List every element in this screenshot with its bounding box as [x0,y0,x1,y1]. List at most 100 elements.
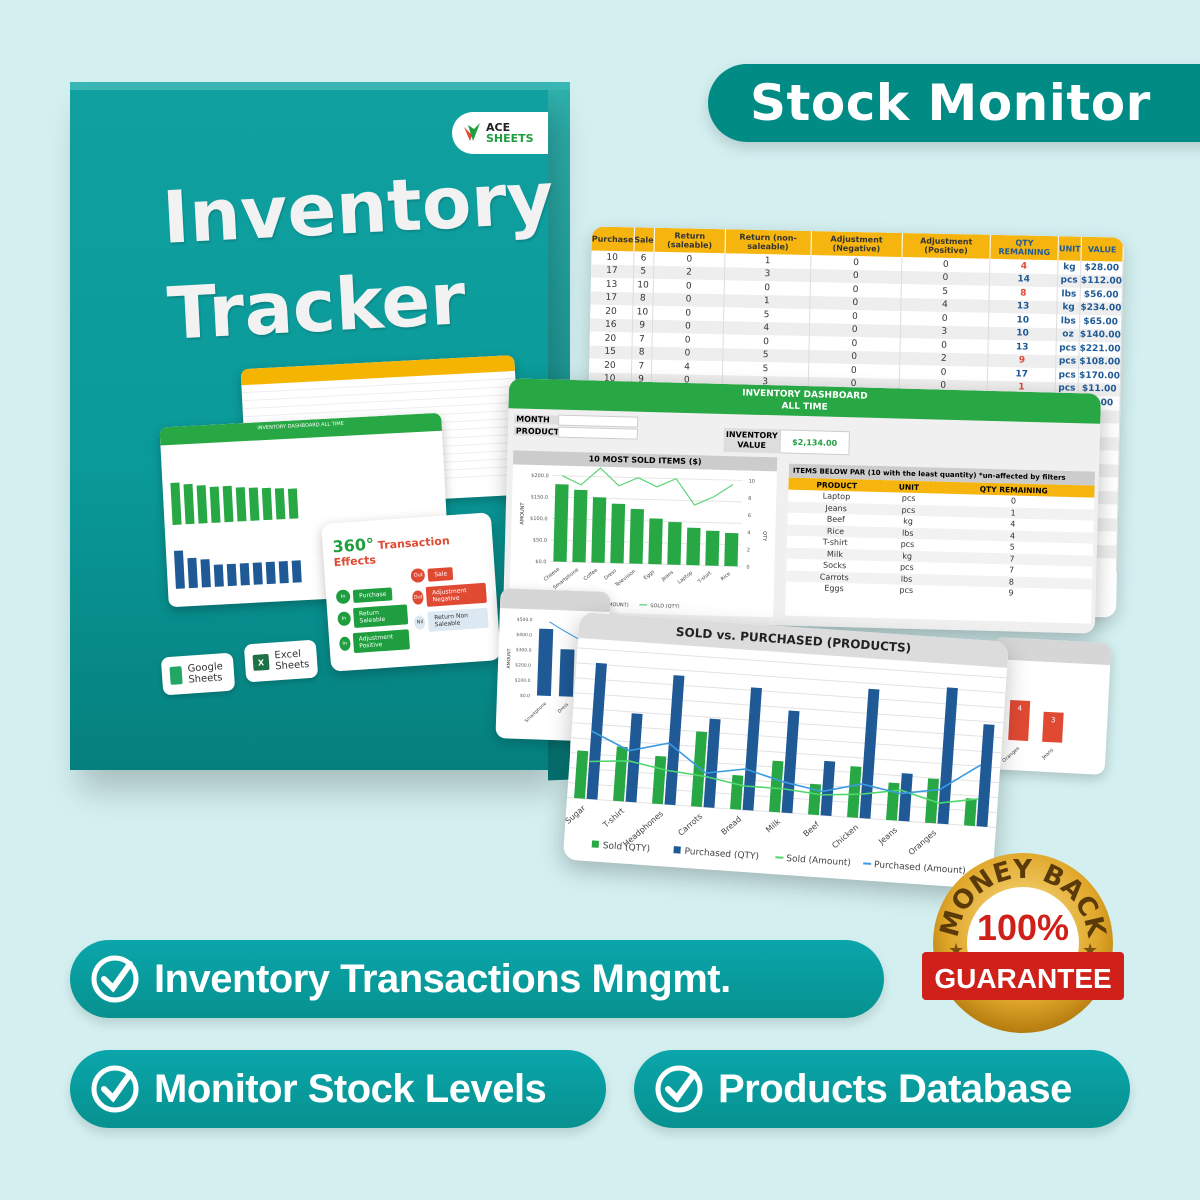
below-par-table: PRODUCT UNIT QTY REMAINING Laptop pcs 0 Jeans… [786,477,1095,601]
bar-sold-amount [686,527,701,566]
table-cell: 9 [987,353,1057,369]
excel-icon: X [252,653,270,671]
x-tick-label: Jeans [1040,747,1055,761]
bar-sold-amount [705,530,720,566]
y-tick-label: $0.0 [520,693,530,699]
filter-month-label: MONTH [514,413,559,425]
logo-text-sheets: SHEETS [486,132,534,145]
inventory-value-box: INVENTORY VALUE $2,134.00 [723,427,850,456]
y-tick-label: $500.0 [517,617,533,624]
y-tick-label: $400.0 [516,632,532,639]
table-cell: 5 [632,264,654,279]
y-tick-label: $200.0 [515,662,531,669]
legend-swatch [775,856,784,859]
data-label: 3 [1051,716,1056,724]
check-circle-icon [655,1065,703,1113]
bar-sold-amount [629,508,645,564]
legend-sold-qty: SOLD (QTY) [650,603,679,610]
money-back-guarantee-badge: MONEY BACK ★ ★ 100% GUARANTEE [922,853,1124,1033]
y-axis-label: AMOUNT [519,502,526,525]
y2-tick-label: 2 [747,547,750,553]
table-cell: 6 [633,251,654,266]
inventory-value-label: INVENTORY VALUE [723,427,780,454]
bar-purchased-qty [781,710,800,814]
column-header: Sale [633,227,655,252]
table-cell: 20 [589,331,632,346]
y-tick-label: $100.0 [515,677,531,684]
y2-tick-label: 6 [748,513,751,519]
table-cell: lbs [1057,287,1081,302]
excel-sheets-chip: X Excel Sheets [243,639,319,683]
filter-product-dropdown[interactable] [557,426,638,440]
bar-sold-qty [847,766,862,818]
google-sheets-chip: Google Sheets [160,652,236,696]
table-cell: 16 [589,317,633,333]
product-title-line1: Inventory [160,155,556,260]
legend-label: Sold (Amount) [786,854,851,868]
table-cell: pcs [1055,354,1079,369]
x-tick-label: Oranges [1001,745,1021,764]
filter-month-dropdown[interactable] [558,414,639,428]
feature-monitor-stock: Monitor Stock Levels [70,1050,606,1128]
feature-products-database: Products Database [634,1050,1130,1128]
legend-swatch [673,846,681,854]
table-cell: 14 [989,272,1058,288]
x-tick-label: Jeans [876,825,899,847]
check-circle-icon [91,955,139,1003]
table-cell: 7 [631,359,652,374]
effect-out-adjustment-negative: Out Adjustment Negative [412,582,487,608]
table-cell: 17 [590,263,634,279]
google-sheets-icon [169,666,183,685]
bar-sold-amount [724,532,739,567]
feature-label: Monitor Stock Levels [154,1066,547,1111]
legend-swatch [863,862,872,865]
column-header: Return (saleable) [653,227,726,254]
table-cell: $112.00 [1080,274,1123,289]
x-tick-label: T-shirt [601,806,626,830]
x-tick-label: Beef [802,820,822,839]
column-header: Adjustment (Negative) [810,231,903,257]
table-cell: $140.00 [1079,328,1122,343]
bar-purchased-qty [742,687,762,811]
column-header: UNIT [1058,236,1082,261]
filter-product-label: PRODUCT [513,425,560,437]
x-tick-label: Coffee [583,568,599,583]
bar-purchased-qty [898,773,913,822]
below-par-panel: ITEMS BELOW PAR (10 with the least quant… [785,463,1095,624]
x-tick-label: T-shirt [696,571,713,586]
bar-purchased-qty [976,724,995,827]
bar-sold-amount [553,484,569,562]
table-cell: 10 [591,250,634,265]
table-cell: 4 [989,258,1059,274]
effect-out-sale: Out Sale [410,564,485,583]
table-cell: $221.00 [1078,341,1122,357]
bar-sold-qty [769,760,784,813]
table-cell: $170.00 [1078,368,1121,384]
y-tick-label: $0.0 [535,559,546,565]
x-tick-label: Dress [557,701,571,714]
column-header: Adjustment (Positive) [901,232,991,259]
bar-sold-amount [610,503,626,564]
table-cell: 8 [631,345,652,360]
y2-tick-label: 0 [746,565,749,571]
table-cell: 8 [989,285,1058,301]
bar-sold-qty [886,782,900,821]
gridline [575,677,1005,709]
x-tick-label: Laptop [677,570,694,585]
x-tick-label: Carrots [676,812,704,838]
dashboard-filters: MONTH PRODUCT [513,412,639,440]
bar-sold-amount [572,489,588,563]
check-circle-icon [91,1065,139,1113]
gridline [552,474,743,481]
legend-swatch [591,840,600,848]
ace-sheets-logo-icon [464,123,480,141]
table-cell: pcs [1055,368,1079,383]
column-header: VALUE [1080,236,1124,262]
x-tick-label: Bread [719,815,743,837]
product-title: Inventory Tracker [160,150,561,362]
y2-axis-label: QTY [761,531,767,542]
table-cell: 13 [987,339,1057,355]
feature-inventory-transactions: Inventory Transactions Mngmt. [70,940,884,1018]
bar-purchased-amount [536,628,554,696]
stock-monitor-tag: Stock Monitor [708,64,1200,142]
